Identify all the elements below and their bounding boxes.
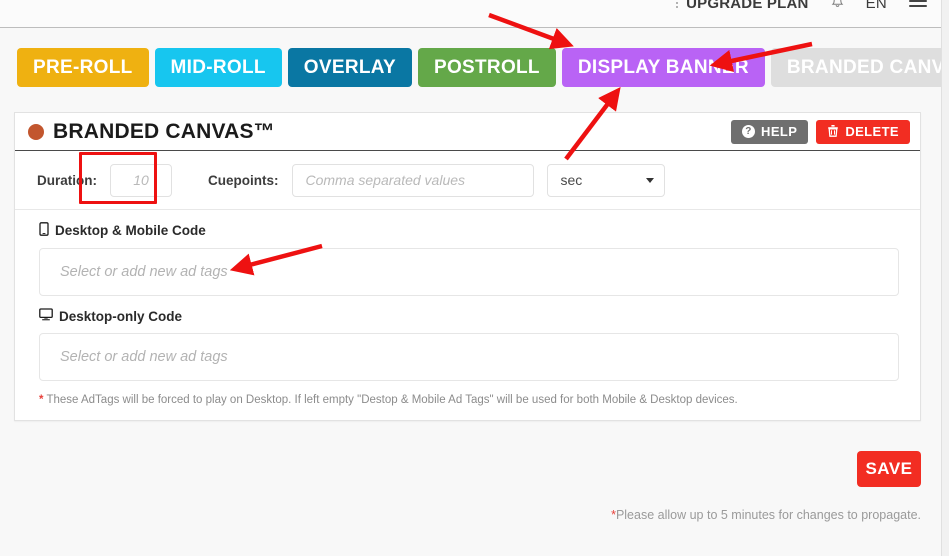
cuepoints-label: Cuepoints:: [208, 172, 279, 188]
desktop-only-code-label: Desktop-only Code: [59, 308, 183, 324]
format-color-dot-icon: [28, 123, 44, 140]
footnote-text: These AdTags will be forced to play on D…: [43, 394, 738, 406]
tab-mid-roll[interactable]: MID-ROLL: [154, 48, 282, 87]
tab-overlay[interactable]: OVERLAY: [287, 48, 412, 87]
kebab-menu-icon[interactable]: [676, 0, 679, 10]
help-button-label: HELP: [761, 124, 798, 139]
save-button[interactable]: SAVE: [857, 451, 921, 487]
cuepoints-input[interactable]: [291, 163, 534, 197]
page-scrollbar[interactable]: [941, 0, 949, 556]
notification-bell-icon[interactable]: [831, 0, 844, 10]
desktop-mobile-code-label: Desktop & Mobile Code: [55, 223, 206, 238]
propagate-note-text: Please allow up to 5 minutes for changes…: [615, 508, 921, 522]
propagate-note: *Please allow up to 5 minutes for change…: [611, 508, 921, 522]
card-header: BRANDED CANVAS™ ? HELP DELETE: [15, 113, 920, 151]
desktop-only-adtags-placeholder: Select or add new ad tags: [60, 349, 228, 365]
mobile-phone-icon: [39, 222, 49, 239]
desktop-mobile-adtags-input[interactable]: Select or add new ad tags: [39, 248, 899, 296]
card-header-actions: ? HELP DELETE: [731, 119, 910, 144]
ad-format-tabs: PRE-ROLL MID-ROLL OVERLAY POSTROLL DISPLAY B…: [17, 48, 949, 87]
tab-display-banner[interactable]: DISPLAY BANNER: [561, 48, 765, 87]
hamburger-menu-icon[interactable]: [909, 0, 927, 7]
chevron-down-icon: [645, 177, 654, 183]
trash-icon: [827, 124, 839, 140]
language-selector[interactable]: EN: [866, 0, 887, 12]
desktop-mobile-code-title: Desktop & Mobile Code: [39, 222, 899, 239]
desktop-mobile-code-section: Desktop & Mobile Code Select or add new …: [15, 210, 920, 296]
duration-unit-select[interactable]: sec: [546, 163, 665, 197]
desktop-adtags-footnote: * These AdTags will be forced to play on…: [15, 381, 920, 420]
desktop-monitor-icon: [39, 308, 53, 324]
card-title: BRANDED CANVAS™: [53, 120, 275, 143]
tab-branded-canvas[interactable]: BRANDED CANVAS: [770, 48, 949, 87]
question-circle-icon: ?: [742, 125, 756, 138]
top-header-bar: UPGRADE PLAN EN: [0, 0, 941, 28]
delete-button[interactable]: DELETE: [816, 119, 910, 144]
desktop-only-code-title: Desktop-only Code: [39, 308, 899, 324]
annotation-highlight-duration: [79, 152, 157, 204]
desktop-only-code-section: Desktop-only Code Select or add new ad t…: [15, 296, 920, 381]
help-button[interactable]: ? HELP: [731, 119, 809, 144]
duration-unit-value: sec: [560, 172, 583, 188]
desktop-only-adtags-input[interactable]: Select or add new ad tags: [39, 333, 899, 381]
tab-postroll[interactable]: POSTROLL: [418, 48, 556, 87]
desktop-mobile-adtags-placeholder: Select or add new ad tags: [60, 264, 228, 280]
delete-button-label: DELETE: [845, 124, 899, 139]
tab-pre-roll[interactable]: PRE-ROLL: [17, 48, 149, 87]
upgrade-plan-link[interactable]: UPGRADE PLAN: [686, 0, 808, 12]
